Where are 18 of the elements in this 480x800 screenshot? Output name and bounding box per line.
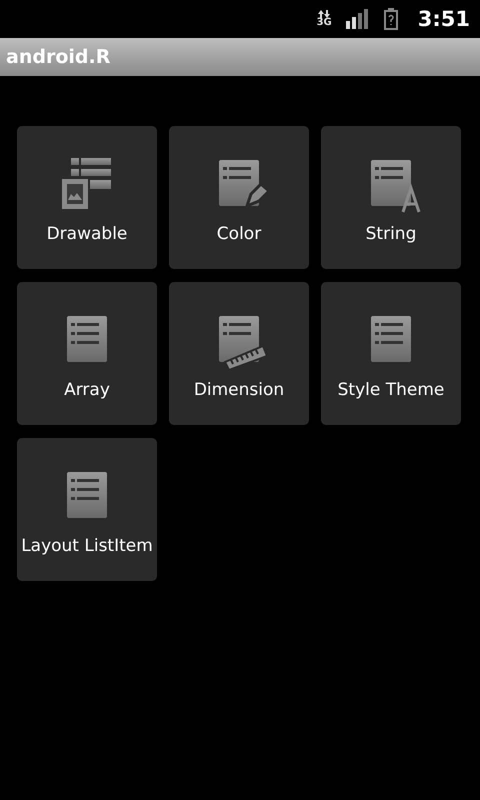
tile-label: Color: [216, 224, 262, 244]
tile-label: Drawable: [46, 224, 128, 244]
resource-tile[interactable]: Dimension: [169, 282, 309, 425]
resource-tile[interactable]: Color: [169, 126, 309, 269]
signal-icon: [346, 9, 370, 29]
tile-label: Dimension: [194, 380, 284, 400]
tile-label: Layout ListItem: [21, 536, 153, 556]
resource-tile[interactable]: Layout ListItem: [17, 438, 157, 581]
tile-label: String: [366, 224, 416, 244]
resource-tile[interactable]: Drawable: [17, 126, 157, 269]
resource-tile[interactable]: Array: [17, 282, 157, 425]
battery-icon: [384, 8, 398, 30]
resource-tile[interactable]: String: [321, 126, 461, 269]
window-title: android.R: [6, 46, 110, 68]
resource-tile[interactable]: Style Theme: [321, 282, 461, 425]
clock: 3:51: [418, 7, 470, 31]
tile-label: Array: [64, 380, 110, 400]
tile-label: Style Theme: [338, 380, 444, 400]
